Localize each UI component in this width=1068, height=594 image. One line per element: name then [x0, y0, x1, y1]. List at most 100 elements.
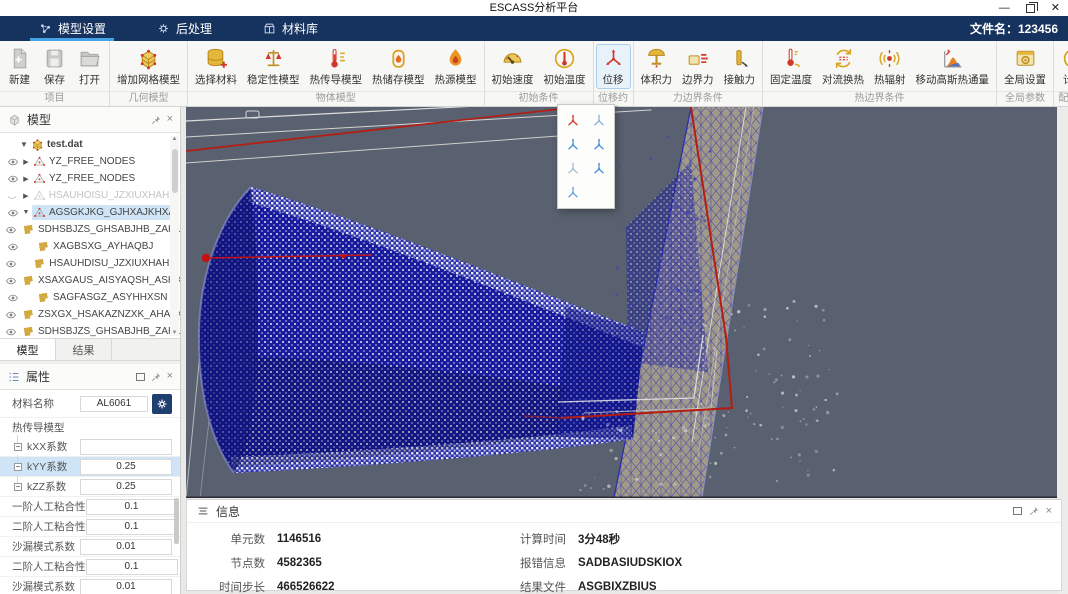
toolbar-button-convection[interactable]: 对流换热: [818, 45, 868, 88]
pin-icon[interactable]: [150, 371, 162, 383]
eye-toggle[interactable]: [5, 241, 20, 253]
toolbar-button-displacement-axis[interactable]: 位移: [597, 45, 630, 88]
displacement-option-7[interactable]: [562, 182, 585, 203]
displacement-axis-icon: [601, 46, 626, 71]
toolbar-button-material-db[interactable]: 选择材料: [191, 45, 241, 88]
toolbar-button-new-file[interactable]: 新建: [3, 45, 36, 88]
eye-toggle[interactable]: [5, 275, 17, 287]
toolbar-button-init-velocity[interactable]: 初始速度: [488, 45, 538, 88]
viewport-3d[interactable]: [186, 107, 1057, 498]
tree-item[interactable]: SAGFASGZ_ASYHHXSN: [0, 289, 180, 306]
toolbar-button-contact-force[interactable]: 接触力: [720, 45, 760, 88]
scroll-thumb[interactable]: [172, 149, 178, 193]
close-icon[interactable]: ×: [1046, 506, 1052, 517]
expand-right-icon[interactable]: ▶: [22, 192, 30, 200]
tree-item[interactable]: HSAUHDISU_JZXIUXHAHX: [0, 255, 180, 272]
displacement-option-3[interactable]: [562, 134, 585, 155]
tab-后处理[interactable]: 后处理: [144, 16, 224, 41]
toolbar-button-heat-flame[interactable]: 热源模型: [431, 45, 481, 88]
tree-item[interactable]: XAGBSXG_AYHAQBJ: [0, 238, 180, 255]
displacement-option-1[interactable]: [562, 110, 585, 131]
toolbar-button-gauss-flux[interactable]: 移动高斯热通量: [912, 45, 994, 88]
material-settings-button[interactable]: [152, 394, 172, 414]
tree-item[interactable]: ZSXGX_HSAKAZNZXK_AHASX: [0, 306, 180, 323]
tab-材料库[interactable]: 材料库: [250, 16, 330, 41]
property-input[interactable]: [80, 459, 172, 475]
toolbar-button-stability-scale[interactable]: 稳定性模型: [243, 45, 304, 88]
toolbar-button-global-settings[interactable]: 全局设置: [1000, 45, 1050, 88]
tree-node-icon[interactable]: [14, 443, 22, 451]
property-input[interactable]: [80, 579, 172, 594]
sidebar-tab-模型[interactable]: 模型: [0, 339, 56, 360]
expand-right-icon[interactable]: ▶: [22, 175, 30, 183]
maximize-panel-icon[interactable]: [1013, 507, 1022, 515]
tree-item[interactable]: ▼AGSGKJKG_GJHXAJKHXA: [0, 204, 180, 221]
toolbar-button-compute[interactable]: 计算: [1057, 45, 1068, 88]
eye-toggle[interactable]: [5, 207, 20, 219]
minimize-button[interactable]: —: [999, 1, 1010, 15]
window-controls: — ✕: [999, 0, 1060, 16]
eye-toggle[interactable]: [5, 156, 20, 168]
scroll-down-icon[interactable]: ▼: [172, 330, 178, 336]
close-icon[interactable]: ×: [167, 371, 173, 382]
expand-down-icon[interactable]: ▼: [22, 209, 30, 216]
eye-toggle[interactable]: [5, 326, 17, 338]
expand-right-icon[interactable]: ▶: [22, 158, 30, 166]
property-input[interactable]: [80, 539, 172, 555]
property-input[interactable]: [80, 479, 172, 495]
mesh-cube-icon: [136, 46, 161, 71]
toolbar-button-fixed-temp[interactable]: 固定温度: [766, 45, 816, 88]
toolbar-button-save[interactable]: 保存: [38, 45, 71, 88]
pin-icon[interactable]: [1028, 505, 1040, 517]
toolbar-button-conduction-thermo[interactable]: 热传导模型: [306, 45, 367, 88]
eye-icon: [7, 207, 19, 219]
tree-node-icon[interactable]: [14, 463, 22, 471]
maximize-button[interactable]: [1026, 4, 1035, 13]
tree-item[interactable]: ▶HSAUHOISU_JZXIUXHAHX: [0, 187, 180, 204]
displacement-option-5[interactable]: [562, 158, 585, 179]
eye-toggle[interactable]: [5, 173, 20, 185]
toolbar-button-storage-battery[interactable]: 热储存模型: [368, 45, 429, 88]
property-input[interactable]: [86, 519, 178, 535]
pin-icon[interactable]: [150, 114, 162, 126]
scroll-up-icon[interactable]: ▲: [172, 136, 178, 142]
displacement-option-2[interactable]: [588, 110, 611, 131]
tab-模型设置[interactable]: 模型设置: [26, 16, 118, 41]
toolbar-button-radiation[interactable]: 热辐射: [870, 45, 910, 88]
close-icon[interactable]: ×: [167, 114, 173, 125]
tree-scrollbar[interactable]: ▲ ▼: [170, 136, 179, 336]
eye-toggle[interactable]: [5, 224, 17, 236]
tree-root-item[interactable]: ▼test.dat: [0, 136, 180, 153]
tree-item[interactable]: XSAXGAUS_AISYAQSH_ASHX: [0, 272, 180, 289]
expand-down-icon[interactable]: ▼: [20, 140, 28, 149]
toolbar-button-boundary-force[interactable]: 边界力: [678, 45, 718, 88]
tree-item[interactable]: ▶YZ_FREE_NODES: [0, 153, 180, 170]
property-input[interactable]: [86, 499, 178, 515]
toolbar-group: 新建保存打开项目: [0, 41, 110, 106]
property-input[interactable]: [80, 439, 172, 455]
eye-toggle[interactable]: [5, 309, 17, 321]
toolbar-button-init-temp[interactable]: 初始温度: [540, 45, 590, 88]
toolbar-button-label: 边界力: [682, 72, 714, 87]
displacement-option-6[interactable]: [588, 158, 611, 179]
displacement-option-4[interactable]: [588, 134, 611, 155]
properties-scrollbar[interactable]: [174, 498, 179, 544]
property-input[interactable]: [86, 559, 178, 575]
eye-icon: [7, 292, 19, 304]
tree-item[interactable]: SDHSBJZS_GHSABJHB_ZAHU: [0, 323, 180, 338]
toolbar-button-mesh-cube[interactable]: 增加网格模型: [113, 45, 184, 88]
tree-node-icon[interactable]: [14, 483, 22, 491]
toolbar-button-body-force[interactable]: 体积力: [637, 45, 677, 88]
eye-toggle[interactable]: [5, 190, 20, 202]
tree-item[interactable]: SDHSBJZS_GHSABJHB_ZAHU: [0, 221, 180, 238]
close-button[interactable]: ✕: [1051, 1, 1060, 15]
eye-toggle[interactable]: [5, 292, 20, 304]
sidebar-tab-结果[interactable]: 结果: [56, 339, 112, 360]
maximize-panel-icon[interactable]: [136, 373, 145, 381]
tree-item-label: XSAXGAUS_AISYAQSH_ASHX: [38, 275, 180, 286]
toolbar: 新建保存打开项目增加网格模型几何模型选择材料稳定性模型热传导模型热储存模型热源模…: [0, 41, 1068, 107]
toolbar-button-open[interactable]: 打开: [73, 45, 106, 88]
tree-item[interactable]: ▶YZ_FREE_NODES: [0, 170, 180, 187]
material-name-input[interactable]: [80, 396, 148, 412]
eye-toggle[interactable]: [5, 258, 18, 270]
